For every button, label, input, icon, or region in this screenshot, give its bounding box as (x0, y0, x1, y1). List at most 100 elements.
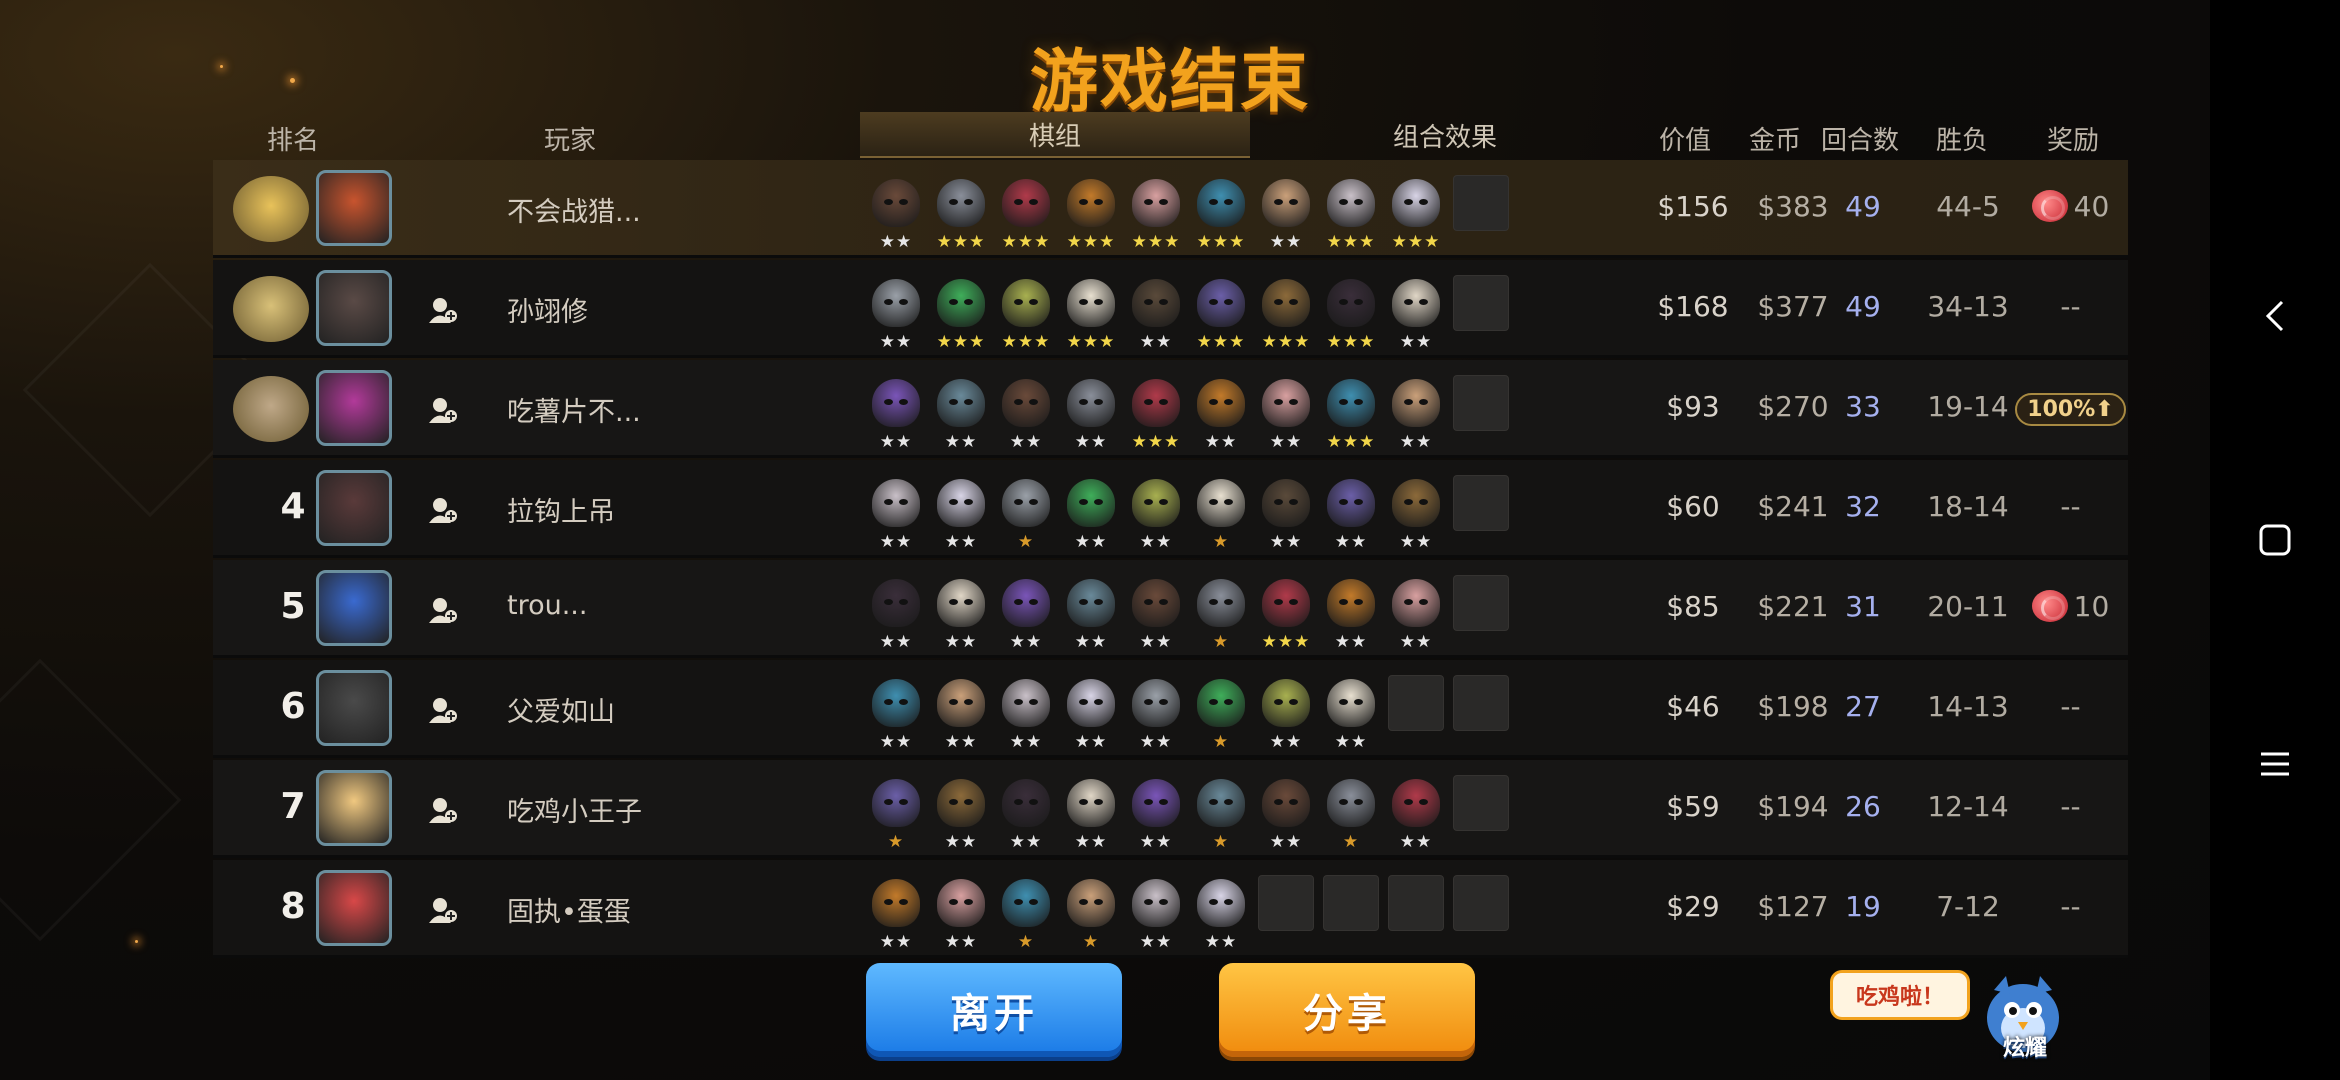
chess-piece[interactable]: ★★ (1063, 475, 1119, 551)
add-friend-icon[interactable] (428, 796, 458, 824)
chess-piece[interactable]: ★★ (1128, 875, 1184, 951)
add-friend-icon[interactable] (428, 896, 458, 924)
chess-piece[interactable]: ★★ (933, 375, 989, 451)
player-name[interactable]: 固执•蛋蛋 (507, 890, 631, 929)
chess-piece[interactable]: ★★ (933, 875, 989, 951)
chess-piece[interactable]: ★ (1193, 775, 1249, 851)
avatar[interactable] (316, 270, 392, 346)
chess-piece[interactable]: ★ (1193, 675, 1249, 751)
chess-piece[interactable]: ★ (998, 475, 1054, 551)
chess-piece[interactable]: ★★★ (1388, 175, 1444, 251)
chess-piece[interactable]: ★★ (1258, 475, 1314, 551)
chess-piece[interactable]: ★★★ (933, 275, 989, 351)
avatar[interactable] (316, 170, 392, 246)
chess-piece[interactable]: ★★ (1063, 375, 1119, 451)
player-name[interactable]: 孙翊修 (507, 290, 588, 329)
avatar[interactable] (316, 770, 392, 846)
chess-piece[interactable]: ★★ (1258, 675, 1314, 751)
chess-piece[interactable]: ★★ (1063, 575, 1119, 651)
add-friend-icon[interactable] (428, 296, 458, 324)
chess-piece[interactable]: ★ (868, 775, 924, 851)
chess-piece[interactable]: ★ (1323, 775, 1379, 851)
avatar[interactable] (316, 570, 392, 646)
chess-piece[interactable]: ★★★ (1258, 275, 1314, 351)
avatar[interactable] (316, 370, 392, 446)
square-icon[interactable] (2210, 500, 2340, 580)
chess-piece[interactable]: ★★ (933, 675, 989, 751)
chess-piece[interactable]: ★★ (1323, 575, 1379, 651)
player-name[interactable]: 吃薯片不... (507, 390, 641, 429)
player-name[interactable]: trou... (507, 590, 587, 621)
add-friend-icon[interactable] (428, 396, 458, 424)
chess-piece[interactable]: ★★ (1258, 375, 1314, 451)
chess-piece[interactable]: ★★ (1388, 775, 1444, 851)
chess-piece[interactable]: ★★ (998, 675, 1054, 751)
chess-piece[interactable]: ★★★ (933, 175, 989, 251)
chess-piece[interactable]: ★★ (998, 775, 1054, 851)
chess-piece[interactable]: ★★★ (1063, 275, 1119, 351)
chess-piece[interactable]: ★★ (998, 575, 1054, 651)
chess-piece[interactable]: ★★ (1258, 775, 1314, 851)
chess-piece[interactable]: ★★ (868, 675, 924, 751)
chess-piece[interactable]: ★★ (1323, 675, 1379, 751)
chess-piece[interactable]: ★★ (868, 275, 924, 351)
chess-piece[interactable]: ★★ (868, 175, 924, 251)
chess-piece[interactable]: ★ (1193, 475, 1249, 551)
chess-piece[interactable]: ★★★ (1258, 575, 1314, 651)
avatar[interactable] (316, 870, 392, 946)
chess-piece[interactable]: ★ (1193, 575, 1249, 651)
chess-piece[interactable]: ★★ (1388, 475, 1444, 551)
chess-piece[interactable]: ★★ (1128, 675, 1184, 751)
avatar[interactable] (316, 470, 392, 546)
add-friend-icon[interactable] (428, 696, 458, 724)
chess-piece[interactable]: ★★ (1388, 375, 1444, 451)
chess-piece[interactable]: ★★ (933, 575, 989, 651)
leave-button[interactable]: 离开 (866, 963, 1122, 1057)
chess-piece[interactable]: ★★★ (1193, 175, 1249, 251)
chess-piece[interactable]: ★★★ (1128, 175, 1184, 251)
chess-piece[interactable]: ★★ (1258, 175, 1314, 251)
chess-piece[interactable]: ★★ (868, 375, 924, 451)
chess-piece[interactable]: ★★ (1128, 575, 1184, 651)
chess-piece[interactable]: ★★ (933, 775, 989, 851)
chess-piece[interactable]: ★★★ (1323, 175, 1379, 251)
chess-piece[interactable]: ★★★ (1323, 275, 1379, 351)
chess-piece[interactable]: ★★ (1193, 375, 1249, 451)
chess-piece[interactable]: ★★ (868, 875, 924, 951)
back-chevron-icon[interactable] (2210, 276, 2340, 356)
chess-piece[interactable]: ★★ (933, 475, 989, 551)
player-name[interactable]: 吃鸡小王子 (507, 790, 642, 829)
chess-piece[interactable]: ★★ (1063, 775, 1119, 851)
avatar[interactable] (316, 670, 392, 746)
candy-icon (2031, 190, 2068, 222)
add-friend-icon[interactable] (428, 496, 458, 524)
chess-piece[interactable]: ★★★ (1193, 275, 1249, 351)
chess-piece[interactable]: ★★ (1388, 575, 1444, 651)
hamburger-icon[interactable] (2210, 724, 2340, 804)
chess-piece[interactable]: ★★★ (998, 275, 1054, 351)
chess-piece[interactable]: ★★ (868, 475, 924, 551)
player-name[interactable]: 拉钩上吊 (507, 490, 615, 529)
chess-piece[interactable]: ★ (998, 875, 1054, 951)
chess-piece[interactable]: ★★ (1128, 275, 1184, 351)
tab-combo-effects[interactable]: 组合效果 (1250, 112, 1640, 158)
chess-piece[interactable]: ★★ (998, 375, 1054, 451)
chess-piece[interactable]: ★★ (1128, 775, 1184, 851)
show-off-label[interactable]: 炫耀 (1990, 1030, 2060, 1062)
chess-piece[interactable]: ★★★ (1063, 175, 1119, 251)
share-button[interactable]: 分享 (1219, 963, 1475, 1057)
chess-piece[interactable]: ★★★ (1128, 375, 1184, 451)
chess-piece[interactable]: ★★ (1128, 475, 1184, 551)
chess-piece[interactable]: ★★★ (1323, 375, 1379, 451)
chess-piece[interactable]: ★★ (1388, 275, 1444, 351)
player-name[interactable]: 不会战猎... (507, 190, 641, 229)
chess-piece[interactable]: ★★ (1323, 475, 1379, 551)
player-name[interactable]: 父爱如山 (507, 690, 615, 729)
chess-piece[interactable]: ★★ (1193, 875, 1249, 951)
chess-piece[interactable]: ★★ (1063, 675, 1119, 751)
chess-piece[interactable]: ★ (1063, 875, 1119, 951)
add-friend-icon[interactable] (428, 596, 458, 624)
tab-pieces[interactable]: 棋组 (860, 112, 1250, 158)
chess-piece[interactable]: ★★★ (998, 175, 1054, 251)
chess-piece[interactable]: ★★ (868, 575, 924, 651)
